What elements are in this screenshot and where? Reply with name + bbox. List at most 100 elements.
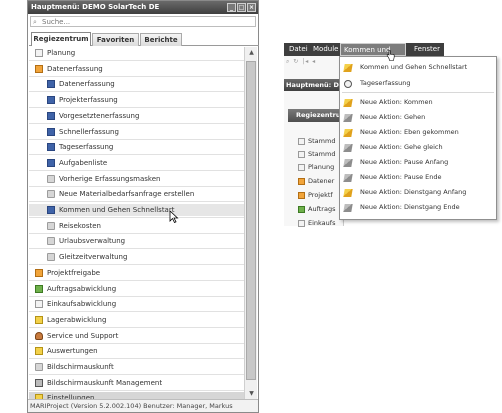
tree-item[interactable]: Einstellungen [29, 392, 244, 399]
status-bar: MARIProject (Version 5.2.002.104) Benutz… [28, 399, 258, 412]
row-divider [29, 264, 244, 265]
dropdown-menu-item-label: Neue Aktion: Kommen [360, 98, 433, 106]
tree-item[interactable]: Neue Materialbedarfsanfrage erstellen [29, 188, 244, 200]
dropdown-menu-item-label: Neue Aktion: Pause Ende [360, 173, 442, 181]
dropdown-menu-item[interactable]: Neue Aktion: Kommen [340, 95, 496, 110]
green-icon [35, 285, 43, 293]
background-window: ⌕ ↻ |◂ ◂ Hauptmenü: DEMO Regiezentrum St… [284, 56, 347, 227]
bg-window-title: Hauptmenü: DEMO [284, 79, 344, 91]
tree-item-label: Tageserfassung [59, 143, 114, 151]
scroll-up-icon[interactable]: ▲ [247, 48, 256, 57]
row-divider [29, 296, 244, 297]
tree-item[interactable]: Projekterfassung [29, 94, 244, 106]
mouse-cursor-icon [169, 211, 179, 223]
tree-item[interactable]: Bildschirmauskunft [29, 361, 244, 373]
dropdown-menu-item[interactable]: Neue Aktion: Dienstgang Anfang [340, 185, 496, 200]
menu-datei[interactable]: Datei [286, 43, 311, 56]
dropdown-menu-item[interactable]: Neue Aktion: Pause Ende [340, 170, 496, 185]
tab-berichte[interactable]: Berichte [140, 33, 182, 46]
scroll-down-icon[interactable]: ▼ [247, 389, 256, 398]
row-divider [29, 123, 244, 124]
row-divider [29, 358, 244, 359]
bg-tab-regiezentrum[interactable]: Regiezentrum [288, 109, 347, 122]
bg-tree-item-label: Projektf [308, 191, 333, 199]
dropdown-menu-item[interactable]: Neue Aktion: Pause Anfang [340, 155, 496, 170]
doc-icon [35, 49, 43, 57]
tree-item[interactable]: Planung [29, 47, 244, 59]
tree-item[interactable]: Vorgesetztenerfassung [29, 110, 244, 122]
dropdown-menu-item[interactable]: Kommen und Gehen Schnellstart [340, 60, 496, 75]
menu-module[interactable]: Module [310, 43, 341, 56]
row-divider [29, 343, 244, 344]
row-divider [29, 374, 244, 375]
tab-regiezentrum[interactable]: Regiezentrum [31, 32, 91, 46]
dropdown-menu-item[interactable]: Tageserfassung [340, 76, 496, 91]
search-input[interactable] [42, 17, 242, 26]
tree-item[interactable]: Einkaufsabwicklung [29, 298, 244, 310]
list-icon [47, 96, 55, 104]
tree-item[interactable]: Auswertungen [29, 345, 244, 357]
dropdown-menu-item[interactable]: Neue Aktion: Gehe gleich [340, 140, 496, 155]
tree-item[interactable]: Lagerabwicklung [29, 314, 244, 326]
maximize-icon[interactable]: □ [237, 3, 246, 12]
pencil-gray-icon [343, 144, 353, 152]
tree-item[interactable]: Service und Support [29, 330, 244, 342]
tree-item[interactable]: Urlaubsverwaltung [29, 235, 244, 247]
tree-item-label: Schnellerfassung [59, 128, 119, 136]
tree-item[interactable]: Schnellerfassung [29, 126, 244, 138]
row-divider [29, 311, 244, 312]
tree-item[interactable]: Aufgabenliste [29, 157, 244, 169]
close-icon[interactable]: × [247, 3, 256, 12]
tree-item[interactable]: Auftragsabwicklung [29, 283, 244, 295]
tree-item-label: Kommen und Gehen Schnellstart [59, 206, 175, 214]
tree-item[interactable]: Kommen und Gehen Schnellstart [29, 204, 244, 216]
row-divider [29, 248, 244, 249]
minimize-icon[interactable]: _ [227, 3, 236, 12]
tree-item[interactable]: Tageserfassung [29, 141, 244, 153]
tree-item-label: Bildschirmauskunft [47, 363, 114, 371]
tree-item[interactable]: Gleitzeitverwaltung [29, 251, 244, 263]
folder-icon [47, 190, 55, 198]
pencil-gray-icon [343, 204, 353, 212]
green-icon [298, 206, 305, 213]
navigation-tree: Planung Datenerfassung Datenerfassung Proje… [29, 47, 244, 399]
main-menu-window: Hauptmenü: DEMO SolarTech DE _ □ × ⌕ Reg… [27, 0, 259, 413]
clock-icon [344, 80, 352, 88]
scrollbar-thumb[interactable] [246, 61, 256, 380]
menu-kommen-und-gehen[interactable]: Kommen und Gehen [340, 43, 406, 56]
tree-item[interactable]: Datenerfassung [29, 78, 244, 90]
tree-item[interactable]: Vorherige Erfassungsmasken [29, 173, 244, 185]
folder-icon [47, 175, 55, 183]
row-divider [29, 186, 244, 187]
list-icon [47, 112, 55, 120]
tab-favoriten[interactable]: Favoriten [92, 33, 139, 46]
tree-item-label: Gleitzeitverwaltung [59, 253, 128, 261]
row-divider [29, 201, 244, 202]
tree-item[interactable]: Datenerfassung [29, 63, 244, 75]
dropdown-menu-item[interactable]: Neue Aktion: Gehen [340, 110, 496, 125]
list-icon [47, 80, 55, 88]
dropdown-menu-item[interactable]: Neue Aktion: Eben gekommen [340, 125, 496, 140]
dropdown-menu-item[interactable]: Neue Aktion: Dienstgang Ende [340, 200, 496, 215]
row-divider [29, 139, 244, 140]
tree-item-label: Reisekosten [59, 222, 101, 230]
folder-icon [35, 363, 43, 371]
tree-item-label: Auftragsabwicklung [47, 285, 117, 293]
window-titlebar[interactable]: Hauptmenü: DEMO SolarTech DE _ □ × [28, 1, 258, 14]
tree-item[interactable]: Projektfreigabe [29, 267, 244, 279]
menu-fenster[interactable]: Fenster [411, 43, 443, 56]
tree-item-label: Datenerfassung [47, 65, 103, 73]
tree-item-label: Auswertungen [47, 347, 98, 355]
row-divider [29, 233, 244, 234]
search-box[interactable]: ⌕ [30, 16, 256, 27]
tree-item-label: Einstellungen [47, 394, 95, 399]
tree-item-label: Bildschirmauskunft Management [47, 379, 163, 387]
tree-item-label: Urlaubsverwaltung [59, 237, 126, 245]
tree-item-label: Service und Support [47, 332, 119, 340]
tree-item[interactable]: Reisekosten [29, 220, 244, 232]
vertical-scrollbar[interactable]: ▲ ▼ [244, 47, 257, 399]
row-divider [29, 76, 244, 77]
tree-item[interactable]: Bildschirmauskunft Management [29, 377, 244, 389]
row-divider [29, 107, 244, 108]
list-icon [47, 128, 55, 136]
